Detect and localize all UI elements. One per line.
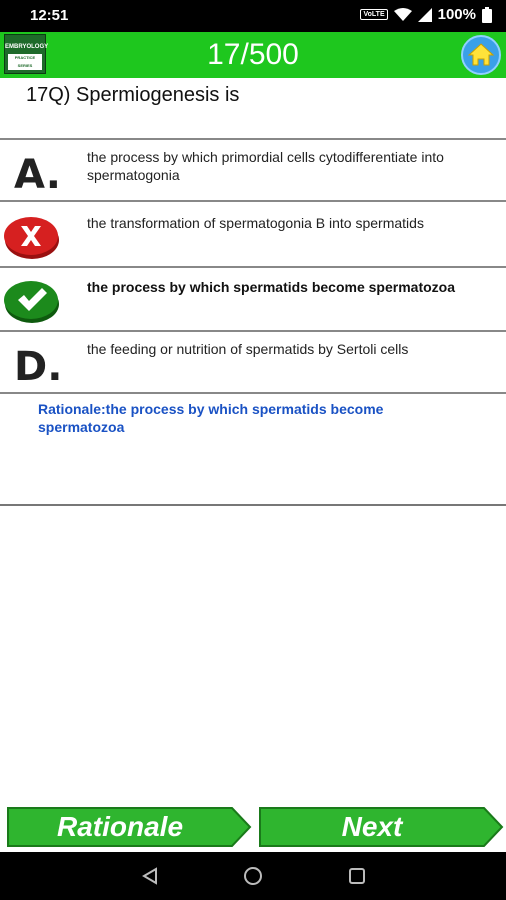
status-icons: VoLTE 100% — [360, 6, 492, 23]
question-counter: 17/500 — [207, 38, 299, 71]
volte-icon: VoLTE — [360, 9, 388, 20]
wrong-icon — [4, 217, 59, 259]
recents-icon[interactable] — [347, 866, 367, 886]
rationale-button-label: Rationale — [56, 811, 184, 842]
rationale-box: Rationale:the process by which spermatid… — [0, 394, 506, 506]
system-nav-bar — [0, 852, 506, 900]
option-b-text: the transformation of spermatogonia B in… — [87, 215, 424, 231]
signal-icon — [417, 7, 432, 22]
question-text: 17Q) Spermiogenesis is — [26, 84, 240, 106]
home-nav-icon[interactable] — [243, 866, 263, 886]
option-b[interactable]: the transformation of spermatogonia B in… — [0, 206, 506, 268]
option-c[interactable]: the process by which spermatids become s… — [0, 270, 506, 332]
option-d-letter: D. — [14, 344, 63, 390]
home-button[interactable] — [461, 35, 501, 75]
correct-icon — [4, 281, 59, 323]
next-button[interactable]: Next — [258, 804, 504, 850]
option-a-letter: A. — [14, 152, 61, 198]
battery-percent: 100% — [437, 6, 476, 23]
battery-icon — [482, 6, 492, 23]
home-icon — [467, 43, 495, 66]
status-time: 12:51 — [30, 7, 69, 24]
option-d-text: the feeding or nutrition of spermatids b… — [87, 341, 409, 357]
wifi-icon — [393, 7, 412, 21]
option-a[interactable]: A. the process by which primordial cells… — [0, 140, 506, 202]
next-button-label: Next — [341, 811, 403, 842]
option-d[interactable]: D. the feeding or nutrition of spermatid… — [0, 332, 506, 394]
option-c-text: the process by which spermatids become s… — [87, 279, 456, 295]
rationale-button[interactable]: Rationale — [6, 804, 252, 850]
status-bar: 12:51 VoLTE 100% — [0, 0, 506, 32]
rationale-text: Rationale:the process by which spermatid… — [38, 401, 384, 435]
option-a-text: the process by which primordial cells cy… — [87, 149, 444, 183]
back-icon[interactable] — [140, 866, 160, 886]
question-box: 17Q) Spermiogenesis is — [0, 78, 506, 140]
app-bar: EMBRYOLOGY PRACTICE SERIES 17/500 — [0, 32, 506, 78]
